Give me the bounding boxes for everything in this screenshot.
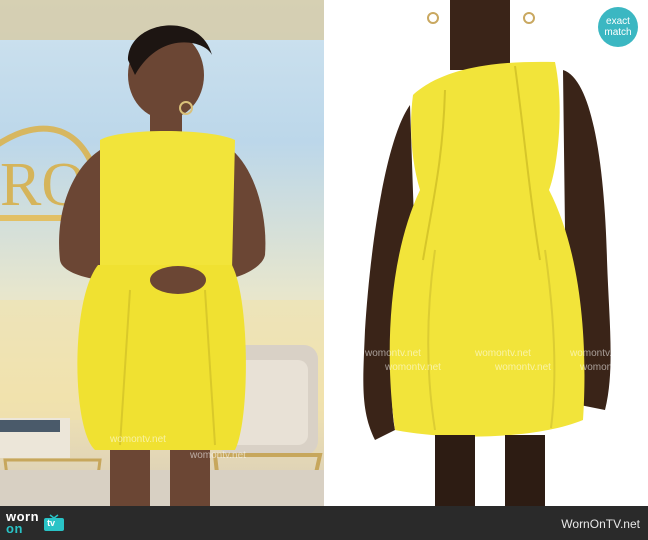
product-illustration	[363, 0, 611, 506]
watermark-text: womontv.net	[580, 362, 636, 373]
exact-match-badge: exact match	[598, 7, 638, 47]
badge-line-2: match	[604, 27, 632, 38]
watermark-text: womontv.net	[570, 348, 626, 359]
logo-wordmark: worn on	[6, 510, 39, 536]
badge-line-1: exact	[606, 16, 630, 27]
watermark-text: womontv.net	[365, 348, 421, 359]
logo-word-tv: tv	[47, 518, 56, 528]
tv-still-photo: RO womontv.net womontv.net	[0, 0, 325, 506]
product-photo: womontv.net womontv.net womontv.net womo…	[325, 0, 648, 506]
watermark-text: womontv.net	[190, 450, 246, 461]
footer-bar	[0, 506, 648, 540]
logo-word-on: on	[6, 521, 23, 536]
tv-still-illustration: RO	[0, 0, 325, 506]
logo-tv: tv	[43, 514, 65, 532]
site-url[interactable]: WornOnTV.net	[561, 517, 640, 531]
watermark-text: womontv.net	[385, 362, 441, 373]
watermark-text: womontv.net	[110, 434, 166, 445]
wornontv-logo[interactable]: worn on tv	[6, 509, 65, 537]
watermark-text: womontv.net	[495, 362, 551, 373]
watermark-text: womontv.net	[475, 348, 531, 359]
